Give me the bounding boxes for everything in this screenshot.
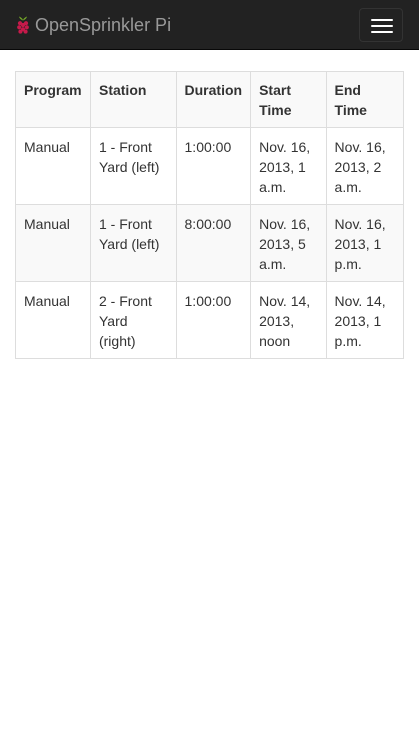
cell-start-time: Nov. 16, 2013, 5 a.m. bbox=[250, 204, 327, 282]
raspberry-pi-logo-icon bbox=[17, 16, 29, 34]
cell-program: Manual bbox=[15, 204, 91, 282]
cell-end-time: Nov. 16, 2013, 2 a.m. bbox=[325, 127, 405, 205]
navbar: OpenSprinkler Pi bbox=[0, 0, 419, 50]
cell-start-time: Nov. 14, 2013, noon bbox=[250, 281, 327, 359]
cell-duration: 8:00:00 bbox=[175, 204, 252, 282]
cell-start-time: Nov. 16, 2013, 1 a.m. bbox=[250, 127, 327, 205]
cell-program: Manual bbox=[15, 281, 91, 359]
table-row: Manual 1 - Front Yard (left) 8:00:00 Nov… bbox=[15, 204, 405, 282]
brand-title: OpenSprinkler Pi bbox=[35, 15, 172, 35]
table-row: Manual 1 - Front Yard (left) 1:00:00 Nov… bbox=[15, 127, 405, 205]
cell-duration: 1:00:00 bbox=[175, 127, 252, 205]
column-header-end-time: End Time bbox=[325, 71, 405, 128]
cell-program: Manual bbox=[15, 127, 91, 205]
column-header-duration: Duration bbox=[175, 71, 252, 128]
column-header-start-time: Start Time bbox=[250, 71, 327, 128]
navbar-toggle-button[interactable] bbox=[359, 8, 403, 42]
column-header-station: Station bbox=[89, 71, 177, 128]
table-row: Manual 2 - Front Yard (right) 1:00:00 No… bbox=[15, 281, 405, 359]
cell-station: 1 - Front Yard (left) bbox=[89, 127, 177, 205]
brand-link[interactable]: OpenSprinkler Pi bbox=[15, 13, 171, 37]
cell-station: 2 - Front Yard (right) bbox=[89, 281, 177, 359]
cell-station: 1 - Front Yard (left) bbox=[89, 204, 177, 282]
run-history-table: Program Station Duration Start Time End … bbox=[15, 71, 405, 359]
table-header-row: Program Station Duration Start Time End … bbox=[15, 71, 405, 128]
cell-end-time: Nov. 16, 2013, 1 p.m. bbox=[325, 204, 405, 282]
cell-duration: 1:00:00 bbox=[175, 281, 252, 359]
column-header-program: Program bbox=[15, 71, 91, 128]
cell-end-time: Nov. 14, 2013, 1 p.m. bbox=[325, 281, 405, 359]
